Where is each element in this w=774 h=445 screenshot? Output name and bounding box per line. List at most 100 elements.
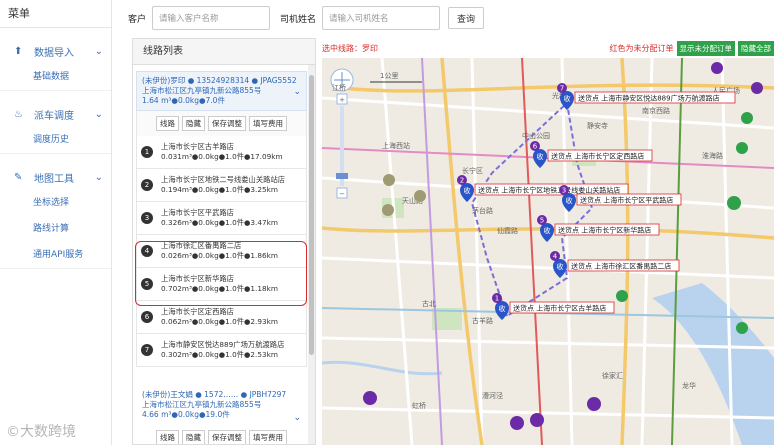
stop-number: 1 xyxy=(141,146,153,158)
watermark-logo: ©大数跨境 xyxy=(6,424,76,440)
route-card-header[interactable]: (未伊份)罗印 ● 13524928314 ● JPAG5552 上海市松江区九… xyxy=(136,71,307,111)
sidebar: 菜单 ⬆ 数据导入 ⌄ 基础数据 ♨ 派车调度 ⌄ 调度历史 ✎ 地图工具 ⌄ … xyxy=(0,0,112,445)
pin-number: 1 xyxy=(495,295,499,303)
scrollbar-thumb[interactable] xyxy=(309,75,314,355)
nav-group-map-tools: ✎ 地图工具 ⌄ 坐标选择 路线计算 通用API服务 xyxy=(0,164,111,269)
pin-label: 收 xyxy=(537,152,544,161)
customer-label: 客户 xyxy=(128,14,147,25)
query-button[interactable]: 查询 xyxy=(448,7,485,29)
stop-item[interactable]: 7 上海市静安区悦达889广场万航渡路店 0.302m³●0.0kg●1.0件●2.… xyxy=(136,334,307,367)
selected-route-label: 选中线路：罗印 xyxy=(322,43,378,53)
place-label: 古北 xyxy=(422,299,436,308)
pin-number: 3 xyxy=(562,187,566,195)
pin-label: 收 xyxy=(557,262,564,271)
truck-icon: ♨ xyxy=(14,108,23,120)
stop-number: 3 xyxy=(141,212,153,224)
route-card-header[interactable]: (未伊份)王文娟 ● 1572…… ● JPBH7297 上海市松江区九亭镇九新… xyxy=(136,385,307,425)
chevron-down-icon[interactable]: ⌄ xyxy=(293,413,301,423)
stop-item[interactable]: 3 上海市长宁区平武路店 0.326m³●0.0kg●1.0件●3.47km xyxy=(136,202,307,235)
route-card-actions: 线路 隐藏 保存调整 填写费用 xyxy=(136,111,307,136)
place-label: 淮海路 xyxy=(702,151,723,160)
place-label: 江桥 xyxy=(332,83,346,92)
stop-info: 0.031m³●0.0kg●1.0件●17.09km xyxy=(161,152,283,161)
place-label: 漕河泾 xyxy=(482,391,503,400)
stop-number: 7 xyxy=(141,344,153,356)
hide-button[interactable]: 隐藏 xyxy=(182,116,205,131)
nav-coord-select[interactable]: 坐标选择 xyxy=(0,190,111,216)
callout-text: 送货点 上海市长宁区地铁二号线娄山关路站店 xyxy=(478,186,620,195)
pin-number: 5 xyxy=(540,217,544,225)
stop-info: 0.326m³●0.0kg●1.0件●3.47km xyxy=(161,218,278,227)
nav-dispatch[interactable]: ♨ 派车调度 ⌄ xyxy=(0,101,111,127)
customer-search-input[interactable]: 请输入客户名称 xyxy=(152,6,271,30)
nav-route-calc[interactable]: 路线计算 xyxy=(0,216,111,242)
nav-dispatch-history[interactable]: 调度历史 xyxy=(0,127,111,153)
nav-group-data-import: ⬆ 数据导入 ⌄ 基础数据 xyxy=(0,38,111,91)
save-adjust-button[interactable]: 保存调整 xyxy=(208,116,246,131)
pin-number: 4 xyxy=(553,253,558,261)
callout-text: 送货点 上海市长宁区古羊路店 xyxy=(513,304,606,313)
nav-map-tools[interactable]: ✎ 地图工具 ⌄ xyxy=(0,164,111,190)
stop-item[interactable]: 1 上海市长宁区古羊路店 0.031m³●0.0kg●1.0件●17.09km xyxy=(136,136,307,169)
callout-text: 送货点 上海市长宁区新华路店 xyxy=(558,226,651,235)
highlight-box xyxy=(135,241,307,306)
unassigned-hint: 红色为未分配订单 xyxy=(609,43,674,53)
driver-search-input[interactable]: 请输入司机姓名 xyxy=(322,6,441,30)
map-canvas[interactable]: + − 1公里 江桥 长宁区 天山路 仙霞路 茅台路 古北 虹桥 静安寺 南京西路 人民广场 淮海路… xyxy=(322,58,774,445)
place-label: 龙华 xyxy=(682,381,696,390)
place-label: 上海西站 xyxy=(382,141,410,150)
pin-number: 2 xyxy=(460,177,464,185)
map-svg[interactable]: + − 1公里 江桥长宁区天山路仙霞路茅台路古北虹桥静安寺南京西路人民广场淮海路… xyxy=(322,58,774,445)
route-list-panel: 线路列表 (未伊份)罗印 ● 13524928314 ● JPAG5552 上海… xyxy=(132,38,316,445)
route-driver-line: (未伊份)王文娟 ● 1572…… ● JPBH7297 xyxy=(142,390,287,399)
main-area: 客户 请输入客户名称 司机姓名 请输入司机姓名 查询 线路列表 (未伊份)罗印 … xyxy=(112,0,774,445)
sidebar-title: 菜单 xyxy=(0,0,111,28)
stop-name: 上海市长宁区地铁二号线娄山关路站店 xyxy=(161,175,286,184)
route-summary-line: 1.64 m³●0.0kg●7.0件 xyxy=(142,96,225,105)
chevron-down-icon: ⌄ xyxy=(94,45,103,57)
nav-map-tools-label: 地图工具 xyxy=(34,173,74,185)
route-card-1[interactable]: (未伊份)罗印 ● 13524928314 ● JPAG5552 上海市松江区九… xyxy=(136,71,307,367)
chevron-down-icon: ⌄ xyxy=(94,171,103,183)
stop-name: 上海市静安区悦达889广场万航渡路店 xyxy=(161,340,285,349)
place-label: 南京西路 xyxy=(642,106,670,115)
route-card-2[interactable]: (未伊份)王文娟 ● 1572…… ● JPBH7297 上海市松江区九亭镇九新… xyxy=(136,385,307,444)
chevron-down-icon: ⌄ xyxy=(94,108,103,120)
show-unassigned-button[interactable]: 显示未分配订单 xyxy=(676,40,735,56)
fill-cost-button[interactable]: 填写费用 xyxy=(249,430,287,444)
stop-info: 0.062m³●0.0kg●1.0件●2.93km xyxy=(161,317,278,326)
svg-text:+: + xyxy=(339,96,345,104)
chevron-down-icon[interactable]: ⌄ xyxy=(293,87,301,97)
hide-all-button[interactable]: 隐藏全部 xyxy=(738,40,774,56)
route-button[interactable]: 线路 xyxy=(156,116,179,131)
pin-label: 收 xyxy=(544,226,551,235)
route-card-actions: 线路 隐藏 保存调整 填写费用 xyxy=(136,425,307,444)
stop-item[interactable]: 2 上海市长宁区地铁二号线娄山关路站店 0.194m³●0.0kg●1.0件●3.2… xyxy=(136,169,307,202)
nav-group-dispatch: ♨ 派车调度 ⌄ 调度历史 xyxy=(0,101,111,154)
callout-text: 送货点 上海市长宁区平武路店 xyxy=(580,196,673,205)
place-label: 静安寺 xyxy=(587,121,608,130)
route-address-line: 上海市松江区九亭镇九新公路855号 xyxy=(142,86,262,95)
place-label: 仙霞路 xyxy=(497,226,518,235)
stop-name: 上海市长宁区平武路店 xyxy=(161,208,234,217)
pin-number: 7 xyxy=(560,85,564,93)
hide-button[interactable]: 隐藏 xyxy=(182,430,205,444)
place-label: 长宁区 xyxy=(462,166,483,175)
route-button[interactable]: 线路 xyxy=(156,430,179,444)
stop-info: 0.302m³●0.0kg●1.0件●2.53km xyxy=(161,350,278,359)
save-adjust-button[interactable]: 保存调整 xyxy=(208,430,246,444)
scrollbar[interactable] xyxy=(308,65,315,444)
fill-cost-button[interactable]: 填写费用 xyxy=(249,116,287,131)
stop-name: 上海市长宁区古羊路店 xyxy=(161,142,234,151)
nav-api-service[interactable]: 通用API服务 xyxy=(0,242,111,268)
nav-basic-data[interactable]: 基础数据 xyxy=(0,64,111,90)
upload-icon: ⬆ xyxy=(14,45,23,57)
stop-name: 上海市长宁区定西路店 xyxy=(161,307,234,316)
place-label: 茅台路 xyxy=(472,206,493,215)
place-label: 古羊路 xyxy=(472,316,493,325)
nav-data-import[interactable]: ⬆ 数据导入 ⌄ xyxy=(0,38,111,64)
pin-label: 收 xyxy=(564,94,571,103)
driver-label: 司机姓名 xyxy=(280,14,317,25)
callout-text: 送货点 上海市静安区悦达889广场万航渡路店 xyxy=(578,94,720,103)
map-scale-label: 1公里 xyxy=(380,72,398,80)
